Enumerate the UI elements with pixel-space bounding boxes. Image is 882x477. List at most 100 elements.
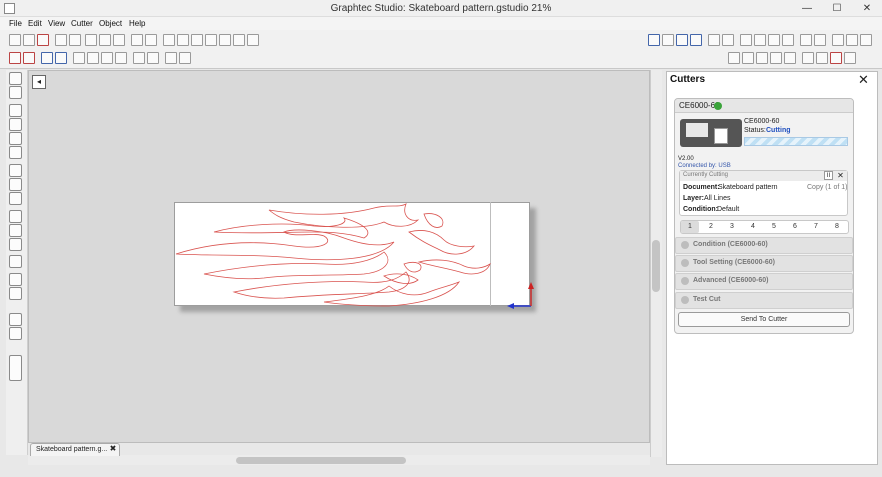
- rectangle-tool-icon[interactable]: [9, 118, 22, 131]
- shape-icon[interactable]: [690, 34, 702, 46]
- bring-front-icon[interactable]: [101, 52, 113, 64]
- knife-tool-icon[interactable]: [9, 273, 22, 286]
- align-icon[interactable]: [133, 52, 145, 64]
- fit-to-window-icon[interactable]: [233, 34, 245, 46]
- expand-advanced-icon[interactable]: [681, 277, 689, 285]
- cut-icon[interactable]: [113, 34, 125, 46]
- open-icon[interactable]: [23, 34, 35, 46]
- copy-icon[interactable]: [85, 34, 97, 46]
- document-tab-close-icon[interactable]: ✖: [108, 444, 118, 454]
- group-icon[interactable]: [9, 52, 21, 64]
- paste-icon[interactable]: [99, 34, 111, 46]
- zoom-selection-icon[interactable]: [205, 34, 217, 46]
- page-tab-8[interactable]: 8: [827, 220, 847, 234]
- flip-icon[interactable]: [770, 52, 782, 64]
- subtract-icon[interactable]: [55, 52, 67, 64]
- grid-icon[interactable]: [676, 34, 688, 46]
- page-tab-6[interactable]: 6: [785, 220, 805, 234]
- page-setup-icon[interactable]: [662, 34, 674, 46]
- minimize-button[interactable]: —: [792, 0, 822, 17]
- send-back-icon[interactable]: [115, 52, 127, 64]
- expand-condition-icon[interactable]: [681, 241, 689, 249]
- fill-icon[interactable]: [722, 34, 734, 46]
- print-preview-icon[interactable]: [69, 34, 81, 46]
- unlock-icon[interactable]: [179, 52, 191, 64]
- menu-cutter[interactable]: Cutter: [71, 17, 93, 30]
- cut-settings-icon[interactable]: [830, 52, 842, 64]
- flame-pattern[interactable]: [174, 202, 534, 312]
- page-tab-4[interactable]: 4: [743, 220, 763, 234]
- eraser-tool-icon[interactable]: [9, 287, 22, 300]
- menu-help[interactable]: Help: [129, 17, 145, 30]
- settings-icon[interactable]: [844, 52, 856, 64]
- text-style-icon[interactable]: [740, 34, 752, 46]
- undo-icon[interactable]: [131, 34, 143, 46]
- lock-icon[interactable]: [165, 52, 177, 64]
- redo-icon[interactable]: [145, 34, 157, 46]
- zoom-in-icon[interactable]: [177, 34, 189, 46]
- page-tab-5[interactable]: 5: [764, 220, 784, 234]
- pan-hand-icon[interactable]: [163, 34, 175, 46]
- color-icon[interactable]: [802, 52, 814, 64]
- arc-tool-icon[interactable]: [9, 210, 22, 223]
- zoom-out-icon[interactable]: [191, 34, 203, 46]
- close-window-button[interactable]: ✕: [852, 0, 882, 17]
- save-icon[interactable]: [37, 34, 49, 46]
- horizontal-scroll-thumb[interactable]: [236, 457, 406, 464]
- weed-lines-icon[interactable]: [814, 34, 826, 46]
- page-tab-1[interactable]: 1: [680, 220, 700, 234]
- registration-icon[interactable]: [800, 34, 812, 46]
- page-icon[interactable]: [728, 52, 740, 64]
- page-origin-icon[interactable]: ◂: [32, 75, 46, 89]
- send-to-cutter-button[interactable]: Send To Cutter: [678, 312, 850, 327]
- print-icon[interactable]: [55, 34, 67, 46]
- expand-tool-setting-icon[interactable]: [681, 259, 689, 267]
- ellipse-tool-icon[interactable]: [9, 146, 22, 159]
- cutters-panel-icon[interactable]: [860, 34, 872, 46]
- line-tool-icon[interactable]: [9, 104, 22, 117]
- zoom-page-icon[interactable]: [219, 34, 231, 46]
- node-edit-icon[interactable]: [754, 34, 766, 46]
- weld-icon[interactable]: [41, 52, 53, 64]
- bezier-tool-icon[interactable]: [9, 178, 22, 191]
- document-tab[interactable]: Skateboard pattern.g...: [30, 443, 120, 456]
- rounded-rect-tool-icon[interactable]: [9, 132, 22, 145]
- pause-button[interactable]: II: [824, 171, 833, 180]
- text-tool-icon[interactable]: [784, 52, 796, 64]
- node-tool-icon[interactable]: [9, 86, 22, 99]
- show-cut-border-icon[interactable]: [9, 313, 22, 326]
- menu-edit[interactable]: Edit: [28, 17, 42, 30]
- fill-toggle-icon[interactable]: [9, 327, 22, 340]
- trace-icon[interactable]: [782, 34, 794, 46]
- polyline-tool-icon[interactable]: [9, 164, 22, 177]
- menu-view[interactable]: View: [48, 17, 65, 30]
- stop-button[interactable]: ✕: [836, 171, 845, 180]
- vertical-scroll-thumb[interactable]: [652, 240, 660, 292]
- offset-icon[interactable]: [768, 34, 780, 46]
- cutter-settings-icon[interactable]: [648, 34, 660, 46]
- intersect-icon[interactable]: [73, 52, 85, 64]
- library-icon[interactable]: [832, 34, 844, 46]
- line-style-icon[interactable]: [708, 34, 720, 46]
- properties-icon[interactable]: [816, 52, 828, 64]
- layers-icon[interactable]: [846, 34, 858, 46]
- page-tab-2[interactable]: 2: [701, 220, 721, 234]
- new-icon[interactable]: [9, 34, 21, 46]
- page-tab-3[interactable]: 3: [722, 220, 742, 234]
- panel-toggle-icon[interactable]: [9, 355, 22, 381]
- zoom-all-icon[interactable]: [247, 34, 259, 46]
- erase-icon[interactable]: [87, 52, 99, 64]
- panel-close-icon[interactable]: ✕: [858, 72, 869, 88]
- select-tool-icon[interactable]: [9, 72, 22, 85]
- maximize-button[interactable]: ☐: [822, 0, 852, 17]
- polygon-tool-icon[interactable]: [9, 224, 22, 237]
- page-tab-7[interactable]: 7: [806, 220, 826, 234]
- rotate-icon[interactable]: [756, 52, 768, 64]
- pen-tool-icon[interactable]: [9, 192, 22, 205]
- menu-object[interactable]: Object: [99, 17, 122, 30]
- mirror-icon[interactable]: [742, 52, 754, 64]
- ungroup-icon[interactable]: [23, 52, 35, 64]
- star-tool-icon[interactable]: [9, 238, 22, 251]
- distribute-icon[interactable]: [147, 52, 159, 64]
- text-tool-icon[interactable]: [9, 255, 22, 268]
